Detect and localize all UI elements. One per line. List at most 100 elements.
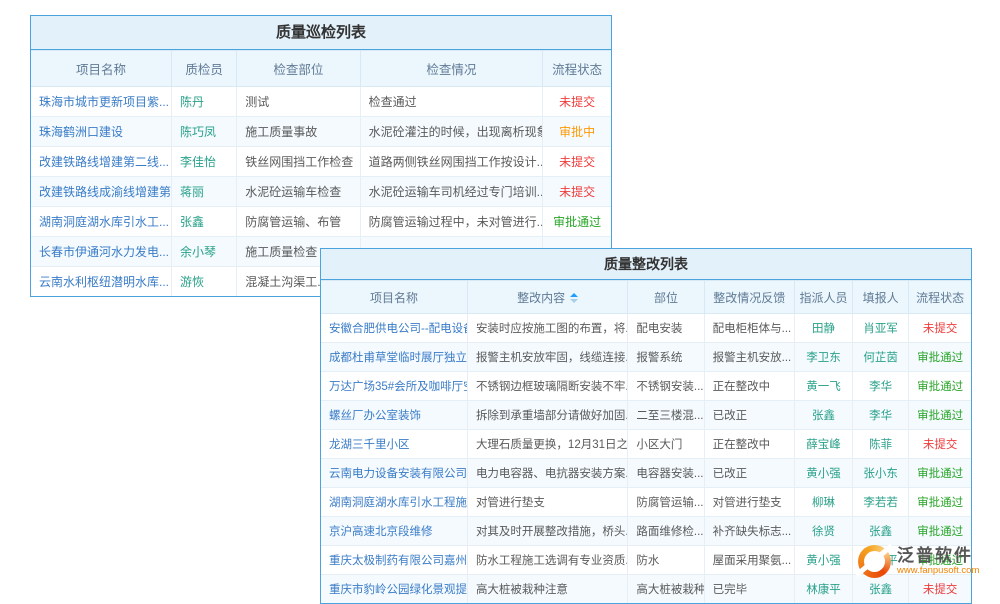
fanpu-logo-icon xyxy=(858,545,891,578)
project-name-link[interactable]: 重庆市豹岭公园绿化景观提升... xyxy=(321,575,467,604)
table-row[interactable]: 成都杜甫草堂临时展厅独立展...报警主机安放牢固，线缆连接...报警系统报警主机… xyxy=(321,343,971,372)
column-header-label: 项目名称 xyxy=(76,63,126,77)
table-row[interactable]: 万达广场35#会所及咖啡厅空...不锈钢边框玻璃隔断安装不牢...不锈钢安装..… xyxy=(321,372,971,401)
column-header: 检查部位 xyxy=(237,51,360,87)
project-name-link[interactable]: 改建铁路线增建第二线... xyxy=(31,147,171,177)
status-badge: 未提交 xyxy=(909,314,971,343)
column-header-label: 指派人员 xyxy=(800,291,848,305)
table-row[interactable]: 龙湖三千里小区大理石质量更换，12月31日之...小区大门正在整改中薛宝峰陈菲未… xyxy=(321,430,971,459)
project-name-link[interactable]: 万达广场35#会所及咖啡厅空... xyxy=(321,372,467,401)
sort-icon[interactable] xyxy=(570,293,578,303)
person-name: 李若若 xyxy=(853,488,909,517)
person-name: 李华 xyxy=(853,372,909,401)
column-header[interactable]: 整改内容 xyxy=(467,281,627,314)
person-name: 田静 xyxy=(794,314,852,343)
person-name: 余小琴 xyxy=(171,237,236,267)
column-header-label: 整改内容 xyxy=(517,291,565,305)
table-row[interactable]: 螺丝厂办公室装饰拆除到承重墙部分请做好加固...二至三楼混...已改正张鑫李华审… xyxy=(321,401,971,430)
project-name-link[interactable]: 成都杜甫草堂临时展厅独立展... xyxy=(321,343,467,372)
table-cell: 已完毕 xyxy=(704,575,794,604)
table-cell: 大理石质量更换，12月31日之... xyxy=(467,430,627,459)
project-name-link[interactable]: 云南水利枢纽潜明水库... xyxy=(31,267,171,297)
project-name-link[interactable]: 龙湖三千里小区 xyxy=(321,430,467,459)
project-name-link[interactable]: 改建铁路线成渝线增建第... xyxy=(31,177,171,207)
person-name: 李佳怡 xyxy=(171,147,236,177)
table-cell: 配电安装 xyxy=(628,314,704,343)
table-cell: 补齐缺失标志... xyxy=(704,517,794,546)
status-badge: 未提交 xyxy=(543,147,611,177)
table-cell: 电力电容器、电抗器安装方案... xyxy=(467,459,627,488)
person-name: 张鑫 xyxy=(853,517,909,546)
project-name-link[interactable]: 珠海市城市更新项目紫... xyxy=(31,87,171,117)
header-row: 项目名称 质检员 检查部位 检查情况流程状态 xyxy=(31,51,611,87)
table-row[interactable]: 安徽合肥供电公司--配电设备...安装时应按施工图的布置，将...配电安装配电柜… xyxy=(321,314,971,343)
person-name: 肖亚军 xyxy=(853,314,909,343)
fanpu-logo-text: 泛普软件 www.fanpusoft.com xyxy=(897,546,979,576)
table-cell: 报警主机安放... xyxy=(704,343,794,372)
table-row[interactable]: 改建铁路线成渝线增建第...蒋丽水泥砼运输车检查水泥砼运输车司机经过专门培训..… xyxy=(31,177,611,207)
project-name-link[interactable]: 螺丝厂办公室装饰 xyxy=(321,401,467,430)
table-cell: 施工质量事故 xyxy=(237,117,360,147)
project-name-link[interactable]: 长春市伊通河水力发电... xyxy=(31,237,171,267)
person-name: 陈菲 xyxy=(853,430,909,459)
status-badge: 审批通过 xyxy=(909,372,971,401)
table-cell: 对管进行垫支 xyxy=(467,488,627,517)
person-name: 游恢 xyxy=(171,267,236,297)
person-name: 黄小强 xyxy=(794,459,852,488)
person-name: 张鑫 xyxy=(171,207,236,237)
table-cell: 防水工程施工选调有专业资质... xyxy=(467,546,627,575)
table-cell: 路面维修检... xyxy=(628,517,704,546)
person-name: 何芷茵 xyxy=(853,343,909,372)
table-row[interactable]: 重庆市豹岭公园绿化景观提升...高大桩被栽种注意高大桩被栽种已完毕林康平张鑫未提… xyxy=(321,575,971,604)
table-cell: 水泥砼运输车检查 xyxy=(237,177,360,207)
status-badge: 未提交 xyxy=(543,177,611,207)
person-name: 陈巧凤 xyxy=(171,117,236,147)
column-header-label: 质检员 xyxy=(185,63,223,77)
person-name: 张鑫 xyxy=(853,575,909,604)
table-row[interactable]: 京沪高速北京段维修对其及时开展整改措施，桥头...路面维修检...补齐缺失标志.… xyxy=(321,517,971,546)
table-row[interactable]: 改建铁路线增建第二线...李佳怡铁丝网围挡工作检查道路两侧铁丝网围挡工作按设计.… xyxy=(31,147,611,177)
person-name: 李华 xyxy=(853,401,909,430)
inspection-list-title: 质量巡检列表 xyxy=(31,16,611,50)
project-name-link[interactable]: 湖南洞庭湖水库引水工程施工... xyxy=(321,488,467,517)
table-cell: 测试 xyxy=(237,87,360,117)
project-name-link[interactable]: 珠海鹤洲口建设 xyxy=(31,117,171,147)
table-cell: 防腐管运输、布管 xyxy=(237,207,360,237)
table-cell: 正在整改中 xyxy=(704,372,794,401)
table-row[interactable]: 珠海鹤洲口建设陈巧凤施工质量事故水泥砼灌注的时候，出现离析现象审批中 xyxy=(31,117,611,147)
table-cell: 道路两侧铁丝网围挡工作按设计... xyxy=(360,147,543,177)
status-badge: 审批通过 xyxy=(909,517,971,546)
table-row[interactable]: 云南电力设备安装有限公司20...电力电容器、电抗器安装方案...电容器安装..… xyxy=(321,459,971,488)
project-name-link[interactable]: 云南电力设备安装有限公司20... xyxy=(321,459,467,488)
table-cell: 拆除到承重墙部分请做好加固... xyxy=(467,401,627,430)
brand-website: www.fanpusoft.com xyxy=(897,566,979,577)
column-header: 项目名称 xyxy=(321,281,467,314)
table-cell: 防腐管运输过程中，未对管进行... xyxy=(360,207,543,237)
status-badge: 未提交 xyxy=(909,430,971,459)
column-header-label: 流程状态 xyxy=(916,291,964,305)
table-cell: 不锈钢边框玻璃隔断安装不牢... xyxy=(467,372,627,401)
column-header: 检查情况 xyxy=(360,51,543,87)
table-cell: 报警系统 xyxy=(628,343,704,372)
project-name-link[interactable]: 京沪高速北京段维修 xyxy=(321,517,467,546)
column-header-label: 检查部位 xyxy=(273,63,323,77)
project-name-link[interactable]: 安徽合肥供电公司--配电设备... xyxy=(321,314,467,343)
table-cell: 配电柜柜体与... xyxy=(704,314,794,343)
table-cell: 已改正 xyxy=(704,401,794,430)
table-cell: 对管进行垫支 xyxy=(704,488,794,517)
table-cell: 安装时应按施工图的布置，将... xyxy=(467,314,627,343)
table-row[interactable]: 湖南洞庭湖水库引水工...张鑫防腐管运输、布管防腐管运输过程中，未对管进行...… xyxy=(31,207,611,237)
column-header: 流程状态 xyxy=(543,51,611,87)
table-row[interactable]: 湖南洞庭湖水库引水工程施工...对管进行垫支防腐管运输...对管进行垫支柳琳李若… xyxy=(321,488,971,517)
project-name-link[interactable]: 重庆太极制药有限公司嘉州中... xyxy=(321,546,467,575)
person-name: 张鑫 xyxy=(794,401,852,430)
table-row[interactable]: 珠海市城市更新项目紫...陈丹测试检查通过未提交 xyxy=(31,87,611,117)
column-header: 整改情况反馈 xyxy=(704,281,794,314)
status-badge: 未提交 xyxy=(909,575,971,604)
person-name: 薛宝峰 xyxy=(794,430,852,459)
status-badge: 未提交 xyxy=(543,87,611,117)
column-header: 质检员 xyxy=(171,51,236,87)
column-header-label: 填报人 xyxy=(863,291,899,305)
project-name-link[interactable]: 湖南洞庭湖水库引水工... xyxy=(31,207,171,237)
table-cell: 报警主机安放牢固，线缆连接... xyxy=(467,343,627,372)
